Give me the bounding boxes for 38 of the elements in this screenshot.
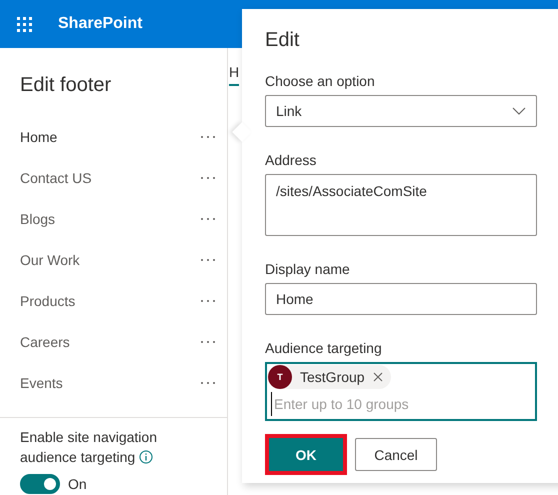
footer-link-label: Careers bbox=[20, 334, 70, 350]
close-icon[interactable] bbox=[372, 372, 383, 382]
field-label: Choose an option bbox=[265, 73, 376, 89]
more-icon[interactable] bbox=[201, 298, 215, 302]
chevron-down-icon bbox=[512, 107, 526, 115]
footer-link-label: Events bbox=[20, 374, 63, 390]
footer-link-label: Contact US bbox=[20, 170, 92, 186]
ok-button[interactable]: OK bbox=[269, 438, 343, 471]
footer-link-label: Our Work bbox=[20, 252, 80, 268]
address-field[interactable]: /sites/AssociateComSite bbox=[265, 174, 537, 236]
toggle-state: On bbox=[68, 476, 87, 492]
footer-link-label: Home bbox=[20, 128, 58, 144]
app-launcher-icon[interactable] bbox=[16, 16, 32, 32]
app-name[interactable]: SharePoint bbox=[58, 15, 142, 33]
more-icon[interactable] bbox=[201, 216, 215, 220]
field-label: Audience targeting bbox=[265, 340, 383, 356]
audience-picker[interactable]: T TestGroup Enter up to 10 groups bbox=[265, 362, 537, 421]
display-name-field[interactable]: Home bbox=[265, 283, 537, 315]
group-name: TestGroup bbox=[300, 369, 365, 385]
tab[interactable]: H bbox=[229, 64, 240, 86]
more-icon[interactable] bbox=[201, 380, 215, 384]
dialog-title: Edit bbox=[265, 29, 300, 53]
field-label: Display name bbox=[265, 261, 351, 277]
option-dropdown[interactable]: Link bbox=[265, 95, 537, 127]
more-icon[interactable] bbox=[201, 258, 215, 262]
toggle-label: Enable site navigation audience targeting bbox=[19, 428, 158, 467]
footer-link-label: Blogs bbox=[20, 210, 56, 226]
group-chip[interactable]: T TestGroup bbox=[268, 365, 391, 389]
more-icon[interactable] bbox=[201, 340, 215, 344]
footer-link-label: Products bbox=[20, 292, 76, 308]
more-icon[interactable] bbox=[201, 134, 215, 138]
info-icon[interactable] bbox=[139, 450, 154, 464]
more-icon[interactable] bbox=[201, 176, 215, 180]
group-avatar: T bbox=[268, 365, 292, 389]
field-label: Address bbox=[265, 152, 318, 168]
toggle-switch[interactable] bbox=[20, 474, 60, 494]
cancel-button[interactable]: Cancel bbox=[355, 438, 437, 471]
panel-title: Edit footer bbox=[19, 73, 112, 98]
